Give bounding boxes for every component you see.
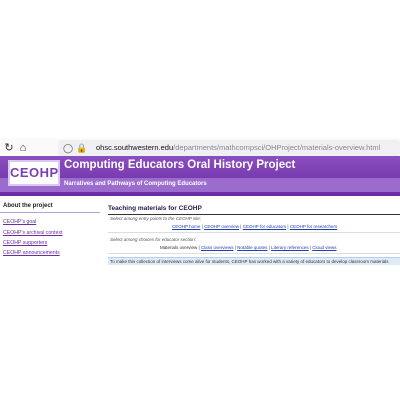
site-subtitle: Narratives and Pathways of Computing Edu… bbox=[64, 181, 207, 187]
title-divider bbox=[108, 214, 400, 215]
sidebar-heading: About the project bbox=[3, 203, 53, 209]
sidebar-link-announcements[interactable]: CEOHP announcements bbox=[3, 250, 60, 256]
url-host: ohsc.southwestern.edu bbox=[96, 143, 174, 152]
sidebar-link-goal[interactable]: CEOHP's goal bbox=[3, 219, 36, 225]
lock-icon[interactable]: 🔒 bbox=[76, 141, 88, 155]
address-bar[interactable]: ◯ 🔒 ohsc.southwestern.edu/departments/ma… bbox=[58, 140, 400, 156]
site-title: Computing Educators Oral History Project bbox=[64, 159, 296, 171]
entry-link-educators[interactable]: CEOHP for educators bbox=[243, 224, 286, 229]
section-link-cloud-views[interactable]: Cloud views bbox=[312, 245, 336, 250]
browser-toolbar: ↻ ⌂ ◯ 🔒 ohsc.southwestern.edu/department… bbox=[0, 138, 400, 158]
shield-icon[interactable]: ◯ bbox=[62, 141, 74, 155]
entry-links: CEOHP home | CEOHP overview | CEOHP for … bbox=[172, 224, 337, 229]
section-link-literary-references[interactable]: Literary references bbox=[271, 245, 309, 250]
sidebar-link-archival-context[interactable]: CEOHP's archival context bbox=[3, 230, 63, 236]
intro-text: To make this collection of interviews co… bbox=[110, 259, 389, 264]
logo-text: CEOHP bbox=[10, 165, 59, 180]
home-icon[interactable]: ⌂ bbox=[16, 141, 30, 155]
entry-divider bbox=[108, 232, 400, 233]
educator-section-label: Select among choices for educator sectio… bbox=[110, 237, 197, 242]
section-divider bbox=[108, 253, 400, 254]
entry-link-home[interactable]: CEOHP home bbox=[172, 224, 200, 229]
sidebar-link-supporters[interactable]: CEOHP supporters bbox=[3, 240, 47, 246]
entry-link-overview[interactable]: CEOHP overview bbox=[204, 224, 239, 229]
reload-icon[interactable]: ↻ bbox=[2, 141, 16, 155]
screenshot: ↻ ⌂ ◯ 🔒 ohsc.southwestern.edu/department… bbox=[0, 0, 400, 400]
site-logo[interactable]: CEOHP bbox=[8, 160, 60, 186]
page-title: Teaching materials for CEOHP bbox=[108, 205, 202, 212]
entry-points-label: Select among entry points to the CEOHP s… bbox=[110, 216, 202, 221]
section-current: Materials overview bbox=[160, 245, 198, 250]
entry-link-researchers[interactable]: CEOHP for researchers bbox=[290, 224, 337, 229]
section-link-notable-quotes[interactable]: Notable quotes bbox=[237, 245, 267, 250]
section-links: Materials overview | Class overviews | N… bbox=[160, 245, 337, 250]
section-link-class-overviews[interactable]: Class overviews bbox=[201, 245, 234, 250]
intro-panel: To make this collection of interviews co… bbox=[108, 257, 400, 265]
url-path: /departments/mathcompsci/OHProject/mater… bbox=[173, 143, 381, 152]
url-text[interactable]: ohsc.southwestern.edu/departments/mathco… bbox=[96, 140, 396, 156]
sidebar-divider bbox=[0, 212, 100, 213]
